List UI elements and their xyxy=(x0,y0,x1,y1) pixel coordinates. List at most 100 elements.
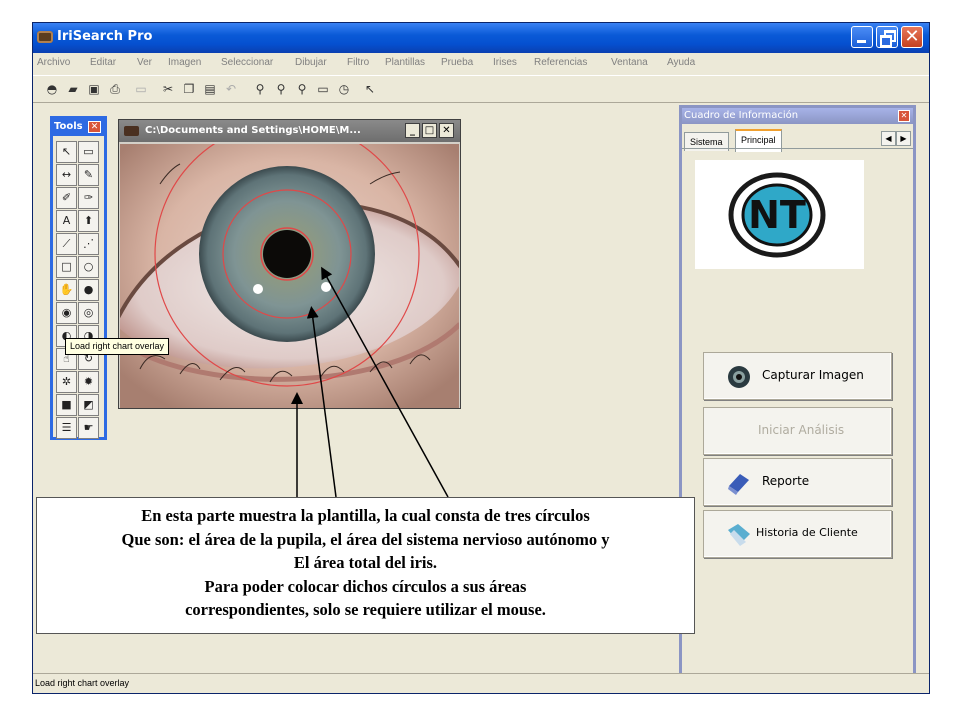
menu-ayuda[interactable]: Ayuda xyxy=(667,57,695,68)
rectangle-tool-icon[interactable]: □ xyxy=(56,256,77,278)
close-button[interactable]: ✕ xyxy=(439,123,454,138)
undo-icon[interactable]: ↶ xyxy=(224,82,238,96)
callout-line: correspondientes, solo se requiere utili… xyxy=(185,600,546,619)
title-bar[interactable]: IriSearch Pro ✕ xyxy=(33,23,929,53)
tools-palette: Tools ✕ ↖ ▭ ↔ ✎ ✐ ✑ A ⬆ ⟋ ⋰ □ ○ ✋ ● ◉ ◎ … xyxy=(50,116,107,440)
copy-icon[interactable]: ❐ xyxy=(182,82,196,96)
callout-box: En esta parte muestra la plantilla, la c… xyxy=(36,497,695,634)
menu-ventana[interactable]: Ventana xyxy=(611,57,648,68)
menu-seleccionar[interactable]: Seleccionar xyxy=(221,57,273,68)
print-icon[interactable]: ⎙ xyxy=(108,82,122,96)
dashed-line-icon[interactable]: ⋰ xyxy=(78,233,99,255)
eye-right-icon[interactable]: ◎ xyxy=(78,302,99,324)
zoom-in-icon[interactable]: ⚲ xyxy=(253,82,267,96)
save-icon[interactable]: ▣ xyxy=(87,82,101,96)
tools-header[interactable]: Tools ✕ xyxy=(53,119,104,136)
list-icon[interactable]: ☰ xyxy=(56,417,77,439)
select-arrow-icon[interactable]: ↖ xyxy=(56,141,77,163)
info-panel: Cuadro de Información ✕ Sistema Principa… xyxy=(679,105,916,679)
menu-referencias[interactable]: Referencias xyxy=(534,57,587,68)
camera-eye-icon xyxy=(728,366,750,388)
image-window-title: C:\Documents and Settings\HOME\M... xyxy=(145,125,361,136)
app-icon xyxy=(37,31,53,43)
menu-prueba[interactable]: Prueba xyxy=(441,57,473,68)
menu-filtro[interactable]: Filtro xyxy=(347,57,369,68)
gear-right-icon[interactable]: ✹ xyxy=(78,371,99,393)
close-icon[interactable]: ✕ xyxy=(88,121,101,133)
fill-tool-icon[interactable]: ● xyxy=(78,279,99,301)
hand-tool-icon[interactable]: ✋ xyxy=(56,279,77,301)
clock-icon[interactable]: ◷ xyxy=(337,82,351,96)
iris-image[interactable] xyxy=(120,144,459,408)
window-title: IriSearch Pro xyxy=(57,29,153,44)
eye-left-icon[interactable]: ◉ xyxy=(56,302,77,324)
close-icon[interactable]: ✕ xyxy=(898,110,910,122)
callout-line: Para poder colocar dichos círculos a sus… xyxy=(204,576,527,596)
report-button[interactable]: Reporte xyxy=(703,458,892,506)
image-window: C:\Documents and Settings\HOME\M... _ □ … xyxy=(118,119,461,409)
capture-image-label: Capturar Imagen xyxy=(762,368,864,382)
nt-logo-icon: NT xyxy=(728,172,826,258)
rect-select-icon[interactable]: ▭ xyxy=(78,141,99,163)
tooltip: Load right chart overlay xyxy=(65,338,170,355)
pen-icon[interactable]: ✎ xyxy=(78,164,99,186)
monitor-icon[interactable]: ▭ xyxy=(316,82,330,96)
gear-left-icon[interactable]: ✲ xyxy=(56,371,77,393)
cut-icon[interactable]: ✂ xyxy=(161,82,175,96)
minimize-icon xyxy=(857,40,866,43)
menu-bar: Archivo Editar Ver Imagen Seleccionar Di… xyxy=(33,53,929,73)
measure-icon[interactable]: ↔ xyxy=(56,164,77,186)
close-icon: ✕ xyxy=(904,26,920,47)
report-icon xyxy=(728,474,749,495)
close-button[interactable]: ✕ xyxy=(901,26,923,48)
help-pointer-icon[interactable]: ↖ xyxy=(363,82,377,96)
report-label: Reporte xyxy=(762,474,810,488)
logo-text: NT xyxy=(748,193,806,237)
up-arrow-icon[interactable]: ⬆ xyxy=(78,210,99,232)
pointer-icon[interactable]: ☛ xyxy=(78,417,99,439)
app-icon xyxy=(124,126,139,136)
menu-plantillas[interactable]: Plantillas xyxy=(385,57,425,68)
gray-square-icon[interactable]: ◩ xyxy=(78,394,99,416)
logo-box: NT xyxy=(695,160,864,269)
menu-imagen[interactable]: Imagen xyxy=(168,57,201,68)
line-tool-icon[interactable]: ⟋ xyxy=(56,233,77,255)
callout-line: Que son: el área de la pupila, el área d… xyxy=(121,529,610,549)
menu-dibujar[interactable]: Dibujar xyxy=(295,57,327,68)
tab-scroll-right-icon[interactable]: ▶ xyxy=(896,131,911,146)
client-history-icon xyxy=(728,524,750,546)
menu-archivo[interactable]: Archivo xyxy=(37,57,70,68)
client-history-label: Historia de Cliente xyxy=(756,526,858,539)
menu-editar[interactable]: Editar xyxy=(90,57,116,68)
status-bar: Load right chart overlay xyxy=(33,673,929,693)
restore-button[interactable] xyxy=(876,26,898,48)
tab-scroll-left-icon[interactable]: ◀ xyxy=(881,131,896,146)
ellipse-tool-icon[interactable]: ○ xyxy=(78,256,99,278)
image-window-titlebar[interactable]: C:\Documents and Settings\HOME\M... _ □ … xyxy=(119,120,460,142)
menu-ver[interactable]: Ver xyxy=(137,57,152,68)
info-panel-header[interactable]: Cuadro de Información ✕ xyxy=(682,108,913,124)
zoom-icon[interactable]: ⚲ xyxy=(295,82,309,96)
maximize-button[interactable]: □ xyxy=(422,123,437,138)
black-square-icon[interactable]: ■ xyxy=(56,394,77,416)
zoom-out-icon[interactable]: ⚲ xyxy=(274,82,288,96)
start-analysis-label: Iniciar Análisis xyxy=(758,423,845,437)
paste-icon[interactable]: ▤ xyxy=(203,82,217,96)
open-icon[interactable]: ◓ xyxy=(45,82,59,96)
menu-irises[interactable]: Irises xyxy=(493,57,517,68)
pencil-icon[interactable]: ✐ xyxy=(56,187,77,209)
capture-image-button[interactable]: Capturar Imagen xyxy=(703,352,892,400)
status-text: Load right chart overlay xyxy=(35,678,130,688)
minimize-button[interactable]: _ xyxy=(405,123,420,138)
toolbar: ◓ ▰ ▣ ⎙ ▭ ✂ ❐ ▤ ↶ ⚲ ⚲ ⚲ ▭ ◷ ↖ xyxy=(33,75,929,103)
brush-icon[interactable]: ✑ xyxy=(78,187,99,209)
tools-grid: ↖ ▭ ↔ ✎ ✐ ✑ A ⬆ ⟋ ⋰ □ ○ ✋ ● ◉ ◎ ◐ ◑ ☝ ↻ … xyxy=(56,141,99,439)
client-history-button[interactable]: Historia de Cliente xyxy=(703,510,892,558)
callout-line: En esta parte muestra la plantilla, la c… xyxy=(141,506,590,525)
open-folder-icon[interactable]: ▰ xyxy=(66,82,80,96)
text-tool-icon[interactable]: A xyxy=(56,210,77,232)
callout-line: El área total del iris. xyxy=(293,553,438,572)
minimize-button[interactable] xyxy=(851,26,873,48)
scan-icon[interactable]: ▭ xyxy=(134,82,148,96)
start-analysis-button[interactable]: Iniciar Análisis xyxy=(703,407,892,455)
